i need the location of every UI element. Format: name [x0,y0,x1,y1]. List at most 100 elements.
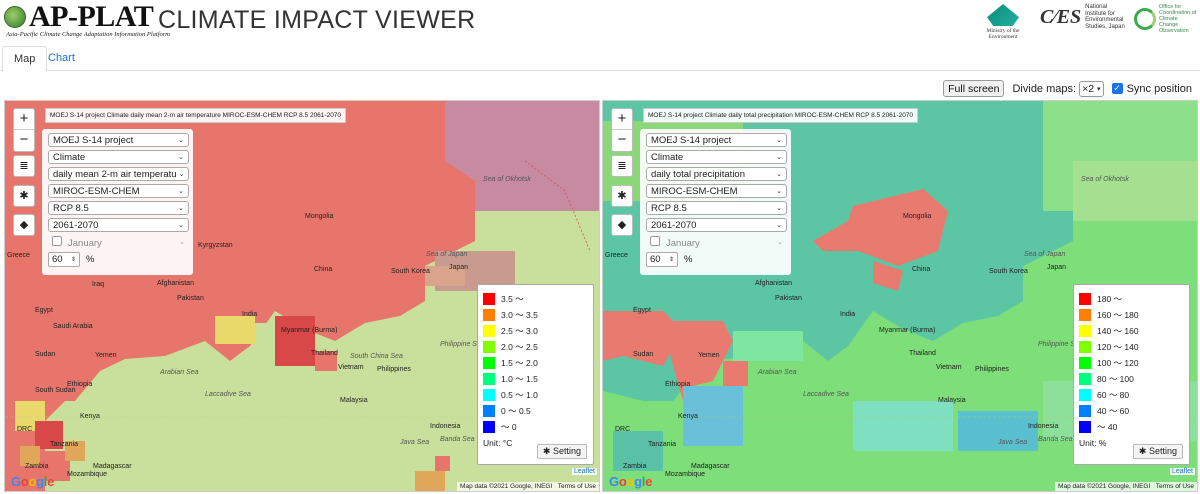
layer-selector-panel: MOEJ S-14 project ⌄ Climate ⌄ daily total … [640,129,791,275]
map-label: Zambia [623,463,647,470]
chevron-down-icon: ⌄ [178,222,184,229]
map-title: MOEJ S-14 project Climate daily total pr… [643,108,919,123]
terms-link[interactable]: Terms of Use [558,483,596,490]
map-label: Sea of Okhotsk [483,176,531,183]
map-label: Malaysia [938,397,966,404]
map-label: Indonesia [430,423,461,430]
map-label: Tanzania [50,441,79,448]
map-label: Tanzania [648,441,677,448]
month-select[interactable]: January ⌄ [646,235,787,249]
layers-button[interactable]: ≣ [13,155,35,177]
sync-position-checkbox[interactable]: ✓ [1111,83,1123,94]
legend-item: 0 ～ 0.5 [483,403,588,419]
map-label: Zambia [25,463,49,470]
opacity-stepper[interactable]: 60 ⇕ [48,252,80,267]
project-select[interactable]: MOEJ S-14 project ⌄ [646,133,787,147]
app-header: AP-PLAT Asia-Pacific Climate Change Adap… [0,0,1200,40]
chevron-down-icon: ⌄ [777,239,783,246]
terms-link[interactable]: Terms of Use [1156,483,1194,490]
map-label: India [242,311,258,318]
month-checkbox[interactable] [650,235,660,246]
chevron-down-icon: ▾ [1097,85,1101,93]
chevron-down-icon: ⌄ [776,205,782,212]
map-attribution: Map data ©2021 Google, INEGI Terms of Us… [1055,482,1197,491]
tag-button[interactable]: ◆ [611,214,633,236]
chevron-down-icon: ⌄ [776,188,782,195]
zoom-out-button[interactable]: − [14,130,34,151]
climate-office-logo[interactable]: Office for Coordination of Climate Chang… [1134,4,1198,34]
month-checkbox[interactable] [52,235,62,246]
map-panel-right[interactable]: MOEJ S-14 project Climate daily total pr… [602,100,1198,492]
leaflet-link[interactable]: Leaflet [1169,468,1195,475]
map-label: Laccadive Sea [803,391,849,398]
opacity-stepper[interactable]: 60 ⇕ [646,252,678,267]
legend-item: 3.5 ～ [483,291,588,307]
logo-subtitle: Asia-Pacific Climate Change Adaptation I… [6,31,170,38]
gear-icon: ✱ [617,190,627,202]
category-select[interactable]: Climate ⌄ [48,150,189,164]
divide-maps-select[interactable]: ×2 ▾ [1079,80,1104,97]
scenario-select[interactable]: RCP 8.5 ⌄ [48,201,189,215]
ministry-mark-icon [987,4,1019,26]
map-label: South Korea [391,268,430,275]
globe-icon [4,6,26,28]
model-select[interactable]: MIROC-ESM-CHEM ⌄ [48,184,189,198]
chevron-down-icon: ⌄ [776,154,782,161]
legend-setting-button[interactable]: ✱ Setting [536,444,587,459]
zoom-in-button[interactable]: + [612,109,632,130]
legend-item: 0.5 ～ 1.0 [483,387,588,403]
map-label: Mozambique [67,471,108,478]
map-label: Java Sea [400,439,430,446]
settings-button[interactable]: ✱ [611,185,633,207]
tag-button[interactable]: ◆ [13,214,35,236]
temperature-legend: 3.5 ～ 3.0 ～ 3.5 2.5 ～ 3.0 2.0 ～ 2.5 1.5 … [477,284,594,465]
divide-maps-label: Divide maps: [1012,82,1077,95]
map-label: Mongolia [305,213,334,220]
settings-button[interactable]: ✱ [13,185,35,207]
map-label: South China Sea [350,353,403,360]
map-label: Afghanistan [157,280,194,287]
zoom-out-button[interactable]: − [612,130,632,151]
model-select[interactable]: MIROC-ESM-CHEM ⌄ [646,184,787,198]
map-panel-left[interactable]: MOEJ S-14 project Climate daily mean 2-m… [4,100,600,492]
layers-button[interactable]: ≣ [611,155,633,177]
tab-chart[interactable]: Chart [37,46,86,71]
map-title: MOEJ S-14 project Climate daily mean 2-m… [45,108,347,123]
variable-select[interactable]: daily mean 2-m air temperatu ⌄ [48,167,189,181]
category-select[interactable]: Climate ⌄ [646,150,787,164]
legend-item: 2.5 ～ 3.0 [483,323,588,339]
nies-logo[interactable]: C∕ES National Institute for Environmenta… [1040,4,1128,30]
month-select[interactable]: January ⌄ [48,235,189,249]
gear-icon: ✱ [542,446,553,456]
legend-setting-button[interactable]: ✱ Setting [1132,444,1183,459]
map-label: Iraq [92,281,105,288]
scenario-select[interactable]: RCP 8.5 ⌄ [646,201,787,215]
legend-item: 100 ～ 120 [1079,355,1184,371]
nies-text: National Institute for Environmental Stu… [1085,4,1125,30]
leaflet-link[interactable]: Leaflet [571,468,597,475]
map-label: Kenya [678,413,698,420]
map-label: Sea of Japan [426,251,468,258]
legend-item: 1.0 ～ 1.5 [483,371,588,387]
map-label: Greece [605,252,628,259]
variable-select[interactable]: daily total precipitation ⌄ [646,167,787,181]
ministry-environment-logo[interactable]: Ministry of the Environment [972,4,1034,40]
gear-icon: ✱ [1138,446,1149,456]
project-select[interactable]: MOEJ S-14 project ⌄ [48,133,189,147]
gear-icon: ✱ [19,190,29,202]
legend-item: ～ 0 [483,419,588,435]
google-logo: Google [11,474,55,489]
period-select[interactable]: 2061-2070 ⌄ [646,218,787,232]
tag-icon: ◆ [617,219,627,231]
period-select[interactable]: 2061-2070 ⌄ [48,218,189,232]
map-label: Thailand [909,350,936,357]
legend-item: 3.0 ～ 3.5 [483,307,588,323]
ap-plat-logo[interactable]: AP-PLAT Asia-Pacific Climate Change Adap… [4,2,170,38]
google-logo: Google [609,474,653,489]
map-label: DRC [615,426,631,433]
map-label: Greece [7,252,30,259]
full-screen-button[interactable]: Full screen [943,80,1005,97]
map-toolbar: Full screen Divide maps: ×2 ▾ ✓ Sync pos… [943,80,1192,97]
opacity-row: 60 ⇕ % [646,252,787,267]
zoom-in-button[interactable]: + [14,109,34,130]
